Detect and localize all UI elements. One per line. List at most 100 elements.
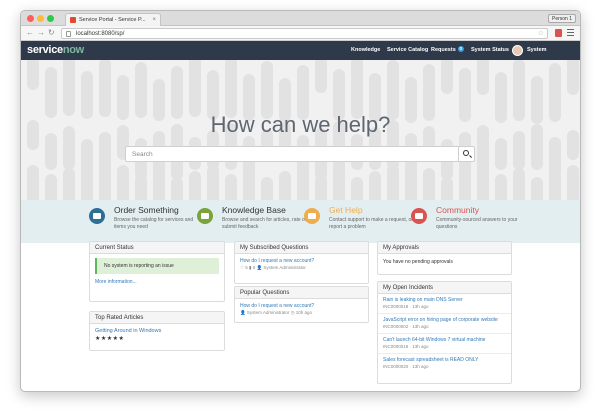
question-meta: ♡ 5 ▮ 0 👤 System Administrator	[240, 265, 306, 270]
incident-link[interactable]: Sales forecast spreadsheet is READ ONLY	[383, 356, 506, 364]
browser-menu-icon[interactable]	[567, 29, 574, 38]
forward-icon[interactable]: →	[37, 28, 45, 38]
background-pill	[243, 168, 255, 200]
background-pill	[45, 67, 57, 118]
nav-requests[interactable]: Requests 0	[431, 41, 464, 60]
back-icon[interactable]: ←	[26, 28, 34, 38]
background-pill	[63, 60, 75, 116]
subscribed-questions-panel: My Subscribed Questions How do I request…	[234, 241, 369, 284]
feature-title: Order Something	[114, 205, 179, 215]
favicon-icon	[70, 17, 76, 23]
top-rated-articles-panel: Top Rated Articles Getting Around in Win…	[89, 311, 225, 351]
feature-desc: Browse the catalog for services and item…	[114, 217, 194, 230]
community-icon	[411, 208, 427, 224]
browser-tab[interactable]: Service Portal - Service P... ×	[65, 13, 161, 26]
background-pill	[63, 168, 75, 200]
panel-title: My Subscribed Questions	[235, 242, 368, 254]
tab-close-icon[interactable]: ×	[152, 14, 156, 26]
background-pill	[225, 174, 237, 200]
background-pill	[153, 168, 165, 200]
background-pill	[477, 165, 489, 200]
search-icon	[463, 150, 469, 156]
bookmark-star-icon[interactable]: ☆	[538, 29, 544, 39]
background-pill	[513, 168, 525, 200]
user-avatar[interactable]	[512, 45, 523, 56]
article-item: Getting Around in Windows ★★★★★	[90, 324, 224, 345]
search-button[interactable]	[458, 147, 474, 161]
servicenow-logo[interactable]: servicenow	[27, 44, 84, 57]
rating-stars: ★★★★★	[95, 336, 125, 342]
feature-get-help[interactable]: Get Help Contact support to make a reque…	[304, 205, 419, 239]
more-information-link[interactable]: More information...	[90, 278, 224, 286]
nav-knowledge[interactable]: Knowledge	[351, 41, 380, 60]
incident-link[interactable]: Rain is leaking on main DNS Server	[383, 296, 506, 304]
question-item: How do I request a new account? ♡ 5 ▮ 0 …	[235, 254, 368, 274]
reload-icon[interactable]: ↻	[48, 28, 55, 38]
url-input[interactable]: localhost:8080/sp/ ☆	[61, 28, 548, 39]
background-pill	[477, 60, 489, 95]
incident-link[interactable]: Can't launch 64-bit Windows 7 virtual ma…	[383, 336, 506, 344]
background-pill	[315, 174, 327, 200]
question-item: How do I request a new account? 👤 System…	[235, 299, 368, 319]
user-menu[interactable]: System Administrator	[527, 41, 580, 72]
maximize-window-button[interactable]	[47, 15, 54, 22]
profile-button[interactable]: Person 1	[547, 14, 576, 23]
background-pill	[351, 177, 363, 200]
tab-title: Service Portal - Service P...	[79, 17, 146, 23]
question-link[interactable]: How do I request a new account?	[240, 302, 363, 310]
incident-meta: INC0000018 · 13h ago	[383, 304, 429, 309]
background-pill	[441, 60, 453, 94]
feature-strip: Order Something Browse the catalog for s…	[21, 200, 580, 243]
background-pill	[189, 171, 201, 200]
incident-item: Rain is leaking on main DNS Server INC00…	[378, 294, 511, 314]
nav-requests-label: Requests	[431, 47, 456, 53]
extension-icon[interactable]	[555, 29, 562, 37]
panel-title: Popular Questions	[235, 287, 368, 299]
search-input[interactable]: Search	[125, 146, 475, 162]
background-pill	[81, 177, 93, 200]
background-pill	[225, 60, 237, 118]
background-pill	[387, 60, 399, 120]
minimize-window-button[interactable]	[37, 15, 44, 22]
background-pill	[27, 60, 39, 90]
background-pill	[441, 177, 453, 200]
incident-meta: INC0000020 · 13h ago	[383, 364, 429, 369]
panel-title: My Open Incidents	[378, 282, 511, 294]
feature-community[interactable]: Community Community-sourced answers to y…	[411, 205, 526, 239]
hero-section: How can we help? Search	[21, 60, 580, 200]
nav-system-status[interactable]: System Status	[471, 41, 509, 60]
feature-desc: Contact support to make a request, or re…	[329, 217, 413, 230]
background-pill	[315, 60, 327, 93]
question-meta: 👤 System Administrator ◷ 10h ago	[240, 310, 313, 315]
feature-order-something[interactable]: Order Something Browse the catalog for s…	[89, 205, 204, 239]
address-bar: ← → ↻ localhost:8080/sp/ ☆	[21, 26, 580, 41]
incident-item: Sales forecast spreadsheet is READ ONLY …	[378, 354, 511, 373]
incident-link[interactable]: JavaScript error on hiring page of corpo…	[383, 316, 506, 324]
current-status-panel: Current Status No system is reporting an…	[89, 241, 225, 302]
my-approvals-panel: My Approvals You have no pending approva…	[377, 241, 512, 275]
background-pill	[171, 177, 183, 200]
hero-title: How can we help?	[210, 112, 391, 137]
browser-window: Service Portal - Service P... × Person 1…	[20, 10, 581, 392]
question-link[interactable]: How do I request a new account?	[240, 257, 363, 265]
close-window-button[interactable]	[27, 15, 34, 22]
page-icon	[66, 31, 71, 37]
logo-main-text: service	[27, 44, 63, 56]
panel-title: My Approvals	[378, 242, 511, 254]
background-pill	[45, 133, 57, 170]
background-pill	[495, 138, 507, 170]
background-pill	[207, 165, 219, 200]
incident-item: JavaScript error on hiring page of corpo…	[378, 314, 511, 334]
feature-knowledge-base[interactable]: Knowledge Base Browse and search for art…	[197, 205, 312, 239]
incident-meta: INC0000002 · 13h ago	[383, 324, 429, 329]
article-link[interactable]: Getting Around in Windows	[95, 327, 219, 335]
panel-title: Top Rated Articles	[90, 312, 224, 324]
background-pill	[369, 171, 381, 200]
status-alert: No system is reporting an issue	[95, 258, 219, 274]
nav-service-catalog[interactable]: Service Catalog	[387, 41, 428, 60]
portal-header: servicenow Knowledge Service Catalog Req…	[21, 41, 580, 72]
help-icon	[304, 208, 320, 224]
background-pill	[495, 174, 507, 200]
background-pill	[567, 165, 579, 200]
logo-accent-text: now	[62, 44, 84, 56]
